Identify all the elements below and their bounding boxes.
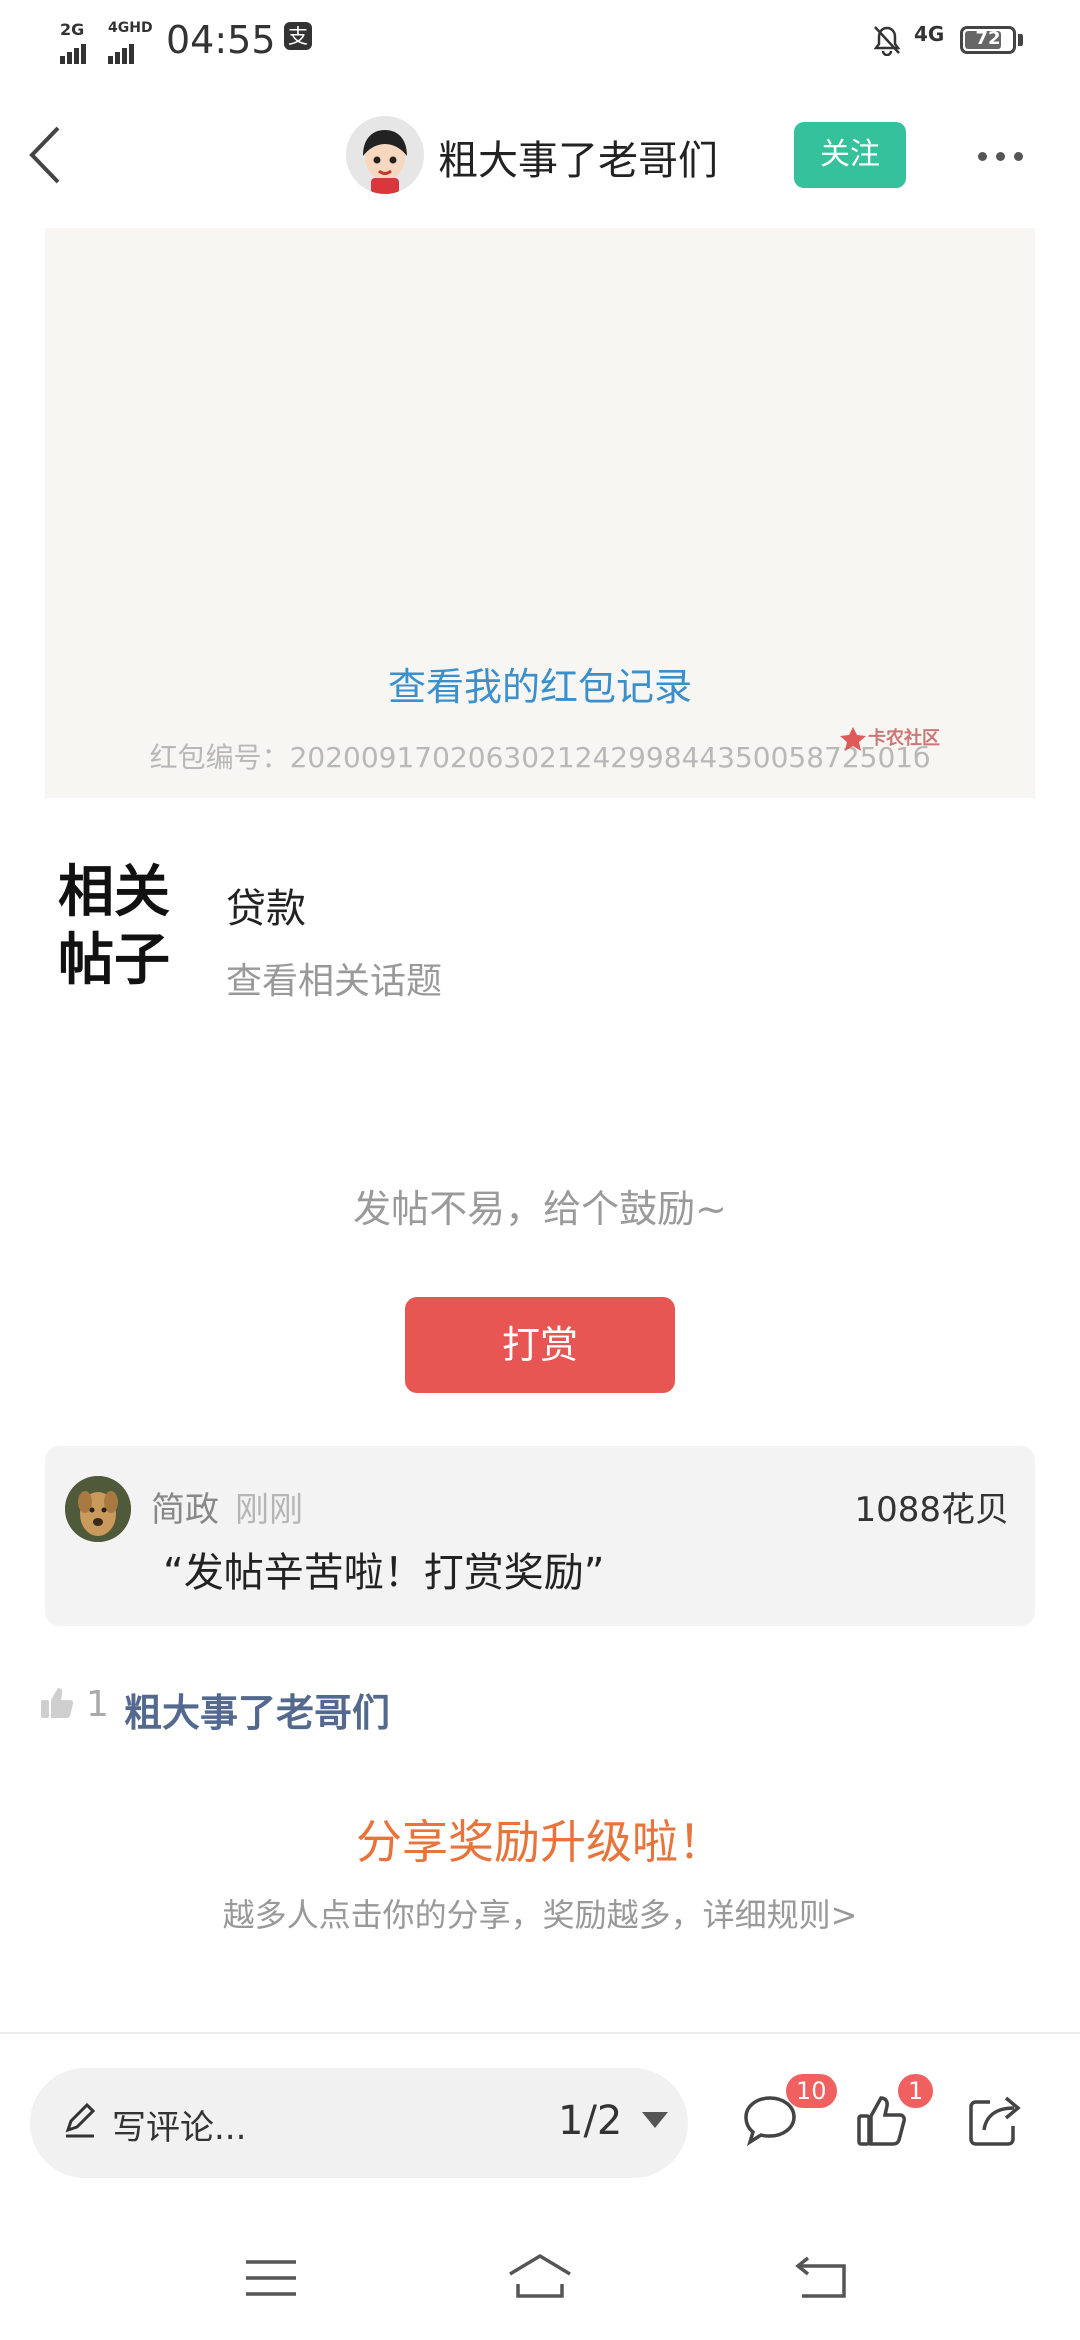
menu-icon[interactable] — [244, 2258, 298, 2298]
tip-time: 刚刚 — [235, 1490, 303, 1530]
related-posts-title: 相关帖子 — [58, 859, 170, 993]
home-icon[interactable] — [506, 2252, 574, 2300]
dropdown-arrow-icon[interactable] — [642, 2112, 668, 2128]
red-packet-record-link[interactable]: 查看我的红包记录 — [45, 656, 1035, 711]
related-topic-link[interactable]: 查看相关话题 — [226, 952, 442, 1004]
back-nav-icon[interactable] — [794, 2254, 850, 2300]
signal-2g-label: 2G — [60, 20, 85, 39]
status-time: 04:55 — [166, 18, 276, 62]
reward-button[interactable]: 打赏 — [405, 1297, 675, 1393]
thumbs-up-icon[interactable] — [38, 1684, 76, 1722]
encourage-text: 发帖不易，给个鼓励~ — [353, 1187, 727, 1231]
comment-placeholder: 写评论... — [112, 2108, 247, 2148]
battery-icon: 72 — [960, 26, 1016, 54]
liker-name[interactable]: 粗大事了老哥们 — [124, 1682, 390, 1737]
comments-count-badge: 10 — [786, 2074, 837, 2108]
tipper-avatar[interactable] — [65, 1476, 131, 1542]
red-packet-panel: 查看我的红包记录 红包编号：20200917020630212429984435… — [45, 228, 1035, 798]
back-icon[interactable] — [22, 120, 72, 190]
pencil-icon — [65, 2102, 96, 2138]
reward-record-card: 简政 刚刚 1088花贝 “发帖辛苦啦！打赏奖励” — [45, 1446, 1035, 1626]
related-tag[interactable]: 贷款 — [226, 876, 306, 934]
network-type: 4G — [914, 22, 945, 46]
watermark-logo: 卡农社区 — [838, 722, 978, 758]
status-bar: 2G 4GHD 04:55 支 4G 72 — [0, 0, 1080, 84]
likes-count-badge: 1 — [898, 2074, 934, 2108]
like-count: 1 — [86, 1684, 109, 1725]
signal-4g-label: 4GHD — [108, 20, 153, 36]
bottom-divider — [0, 2032, 1080, 2034]
page-indicator[interactable]: 1/2 — [558, 2098, 622, 2144]
follow-button[interactable]: 关注 — [794, 122, 906, 188]
share-icon[interactable] — [966, 2092, 1026, 2150]
app-notification-icon: 支 — [284, 22, 312, 50]
more-icon[interactable] — [978, 146, 1038, 162]
comment-input[interactable]: 写评论... 1/2 — [30, 2068, 688, 2178]
avatar-illustration — [346, 116, 424, 194]
watermark-text: 卡农社区 — [868, 728, 940, 749]
battery-tip — [1018, 34, 1023, 46]
share-reward-title: 分享奖励升级啦！ — [356, 1815, 724, 1869]
tip-amount: 1088花贝 — [854, 1490, 1009, 1530]
tip-message: “发帖辛苦啦！打赏奖励” — [163, 1550, 605, 1596]
system-navigation-bar — [0, 2220, 1080, 2340]
author-avatar[interactable] — [346, 116, 424, 194]
tipper-name[interactable]: 简政 — [151, 1482, 219, 1531]
battery-level: 72 — [975, 28, 1001, 49]
watermark-icon — [840, 727, 866, 751]
bell-muted-icon — [873, 26, 901, 56]
dog-avatar-image — [65, 1476, 131, 1542]
author-name[interactable]: 粗大事了老哥们 — [438, 128, 718, 186]
share-rules-link[interactable]: 越多人点击你的分享，奖励越多，详细规则> — [0, 1890, 1080, 1936]
